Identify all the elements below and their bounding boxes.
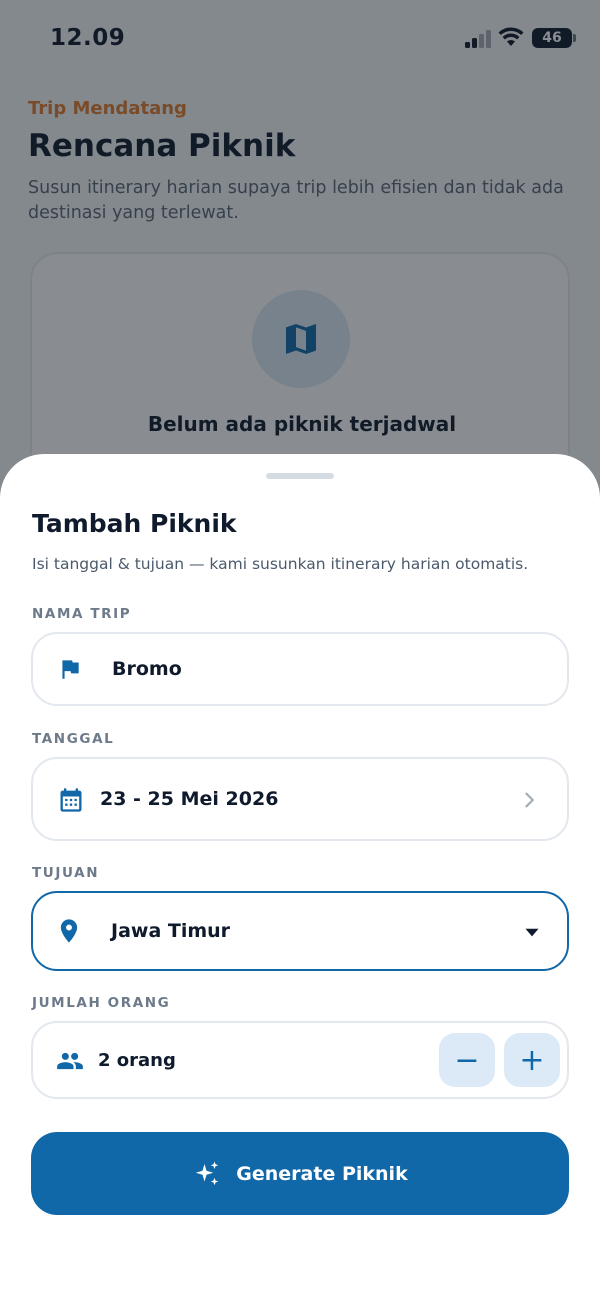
add-picnic-bottom-sheet: Tambah Piknik Isi tanggal & tujuan — kam…: [0, 454, 600, 1299]
trip-name-value: Bromo: [112, 658, 182, 680]
increment-people-button[interactable]: +: [504, 1033, 560, 1087]
group-icon: [55, 1047, 85, 1075]
decrement-people-button[interactable]: −: [439, 1033, 495, 1087]
dropdown-arrow-icon: [519, 919, 545, 945]
sheet-drag-handle[interactable]: [266, 473, 334, 479]
destination-label: TUJUAN: [32, 865, 100, 881]
trip-name-field[interactable]: Bromo: [31, 632, 569, 706]
destination-select[interactable]: Jawa Timur: [31, 891, 569, 971]
date-value: 23 - 25 Mei 2026: [100, 788, 279, 810]
date-label: TANGGAL: [32, 731, 115, 747]
calendar-icon: [57, 786, 85, 814]
chevron-right-icon: [515, 787, 541, 813]
sheet-title: Tambah Piknik: [32, 509, 237, 538]
generate-picnic-button[interactable]: Generate Piknik: [31, 1132, 569, 1215]
people-count-value: 2 orang: [98, 1050, 176, 1071]
location-pin-icon: [55, 917, 83, 945]
flag-icon: [57, 656, 83, 682]
generate-picnic-label: Generate Piknik: [236, 1162, 408, 1185]
date-picker-field[interactable]: 23 - 25 Mei 2026: [31, 757, 569, 841]
sparkles-icon: [196, 1161, 219, 1185]
people-count-field: 2 orang − +: [31, 1021, 569, 1099]
trip-name-label: NAMA TRIP: [32, 606, 132, 622]
destination-value: Jawa Timur: [111, 920, 231, 942]
people-count-label: JUMLAH ORANG: [32, 995, 171, 1011]
sheet-subtitle: Isi tanggal & tujuan — kami susunkan iti…: [32, 555, 529, 573]
